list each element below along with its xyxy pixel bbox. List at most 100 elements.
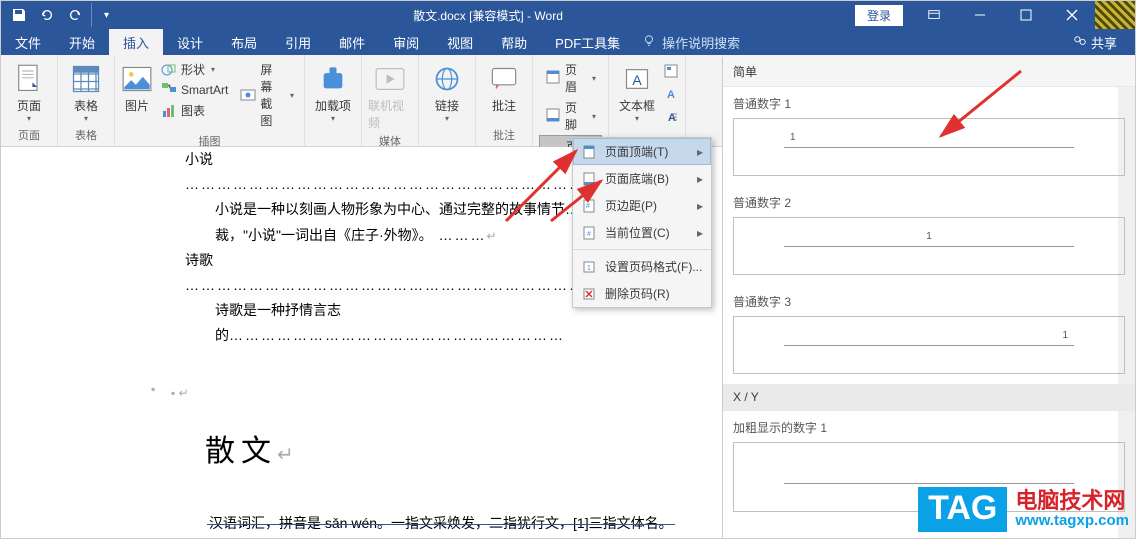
menu-format-page-numbers[interactable]: 1 设置页码格式(F)...	[573, 253, 711, 280]
header-label: 页眉	[565, 61, 586, 95]
save-icon[interactable]	[7, 3, 31, 27]
tab-design[interactable]: 设计	[163, 29, 217, 55]
comment-label: 批注	[492, 97, 516, 114]
menu-remove-page-numbers[interactable]: 删除页码(R)	[573, 280, 711, 307]
ribbon-options-icon[interactable]	[911, 1, 957, 29]
svg-text:A: A	[632, 72, 642, 88]
submenu-arrow-icon: ▸	[697, 199, 703, 213]
tell-me-search[interactable]: 操作说明搜索	[642, 33, 740, 52]
video-icon	[374, 63, 406, 95]
group-addins-label	[311, 141, 355, 146]
textbox-button[interactable]: A 文本框 ▾	[615, 59, 659, 123]
comment-icon	[488, 63, 520, 95]
chart-label: 图表	[181, 102, 205, 119]
wordart-icon[interactable]: A	[663, 86, 679, 107]
watermark-tag: TAG	[918, 487, 1007, 532]
screenshot-button[interactable]: 屏幕截图▾	[236, 59, 298, 131]
menu-separator	[573, 249, 711, 250]
gallery-item-n2-label: 普通数字 2	[723, 186, 1135, 215]
minimize-icon[interactable]	[957, 1, 1003, 29]
screenshot-icon	[240, 87, 256, 103]
tab-references[interactable]: 引用	[271, 29, 325, 55]
chart-button[interactable]: 图表	[157, 100, 232, 121]
watermark-url: www.tagxp.com	[1015, 512, 1129, 529]
tab-review[interactable]: 审阅	[379, 29, 433, 55]
tab-insert[interactable]: 插入	[109, 29, 163, 55]
shapes-button[interactable]: 形状▾	[157, 59, 232, 80]
share-button[interactable]: 共享	[1055, 33, 1135, 52]
current-pos-icon: #	[581, 225, 597, 241]
submenu-arrow-icon: ▸	[697, 172, 703, 186]
maximize-icon[interactable]	[1003, 1, 1049, 29]
tab-home[interactable]: 开始	[55, 29, 109, 55]
gallery-item-n3-label: 普通数字 3	[723, 285, 1135, 314]
remove-icon	[581, 286, 597, 302]
menu-current-position[interactable]: # 当前位置(C) ▸	[573, 219, 711, 246]
undo-icon[interactable]	[35, 3, 59, 27]
video-label: 联机视频	[368, 97, 412, 131]
links-button[interactable]: 链接 ▾	[425, 59, 469, 123]
menu-top-of-page[interactable]: 页面顶端(T) ▸	[573, 138, 711, 165]
quickparts-icon[interactable]	[663, 63, 679, 84]
tab-layout[interactable]: 布局	[217, 29, 271, 55]
page-number-gallery: ▴ 简单 普通数字 1 1 普通数字 2 1 普通数字 3 1 X / Y 加粗…	[722, 57, 1135, 538]
tell-me-label: 操作说明搜索	[662, 33, 740, 52]
share-label: 共享	[1091, 33, 1117, 52]
menu-margin-label: 页边距(P)	[605, 197, 657, 214]
gallery-item-n3[interactable]: 1	[733, 316, 1125, 374]
tab-mailings[interactable]: 邮件	[325, 29, 379, 55]
svg-text:1: 1	[587, 265, 591, 272]
svg-text:#: #	[586, 203, 590, 210]
menu-current-label: 当前位置(C)	[605, 224, 670, 241]
smartart-button[interactable]: SmartArt	[157, 80, 232, 100]
menu-bottom-of-page[interactable]: 页面底端(B) ▸	[573, 165, 711, 192]
addins-button[interactable]: 加载项 ▾	[311, 59, 355, 123]
link-label: 链接	[435, 97, 459, 114]
textbox-label: 文本框	[619, 97, 655, 114]
close-icon[interactable]	[1049, 1, 1095, 29]
tab-pdf[interactable]: PDF工具集	[541, 29, 634, 55]
picture-button[interactable]: 图片	[121, 59, 153, 114]
menu-format-label: 设置页码格式(F)...	[605, 258, 702, 275]
format-icon: 1	[581, 259, 597, 275]
group-comments-label: 批注	[482, 125, 526, 146]
chart-icon	[161, 103, 177, 119]
redo-icon[interactable]	[63, 3, 87, 27]
header-button[interactable]: 页眉▾	[539, 59, 602, 97]
heading-poem: 诗歌	[185, 252, 213, 268]
gallery-section-xy: X / Y	[723, 384, 1135, 411]
pages-label: 页面	[17, 97, 41, 114]
window-title: 散文.docx [兼容模式] - Word	[121, 7, 855, 24]
footer-icon	[545, 107, 561, 126]
dropcap-icon[interactable]: A	[663, 109, 679, 130]
menu-remove-label: 删除页码(R)	[605, 285, 670, 302]
group-links-label	[425, 141, 469, 146]
gallery-item-n2[interactable]: 1	[733, 217, 1125, 275]
menu-page-margins[interactable]: # 页边距(P) ▸	[573, 192, 711, 219]
online-video-button: 联机视频	[368, 59, 412, 131]
page-number-menu: 页面顶端(T) ▸ 页面底端(B) ▸ # 页边距(P) ▸ # 当前位置(C)…	[572, 137, 712, 308]
pages-button[interactable]: 页面 ▾	[7, 59, 51, 123]
menu-bottom-label: 页面底端(B)	[605, 170, 669, 187]
group-tables-label: 表格	[64, 125, 108, 146]
footer-button[interactable]: 页脚▾	[539, 97, 602, 135]
login-button[interactable]: 登录	[855, 5, 903, 26]
margin-icon: #	[581, 198, 597, 214]
tab-help[interactable]: 帮助	[487, 29, 541, 55]
table-label: 表格	[74, 97, 98, 114]
table-icon	[70, 63, 102, 95]
gallery-item-bold-label: 加粗显示的数字 1	[723, 411, 1135, 440]
gallery-item-n1[interactable]: 1	[733, 118, 1125, 176]
top-page-icon	[581, 144, 597, 160]
footer-label: 页脚	[565, 99, 586, 133]
comment-button[interactable]: 批注	[482, 59, 526, 114]
page-icon	[13, 63, 45, 95]
qat-dropdown-icon[interactable]: ▾	[91, 3, 115, 27]
link-icon	[431, 63, 463, 95]
tab-view[interactable]: 视图	[433, 29, 487, 55]
bottom-page-icon	[581, 171, 597, 187]
table-button[interactable]: 表格 ▾	[64, 59, 108, 123]
tab-file[interactable]: 文件	[1, 29, 55, 55]
gallery-section-simple: 简单	[723, 57, 1135, 87]
addins-icon	[317, 63, 349, 95]
